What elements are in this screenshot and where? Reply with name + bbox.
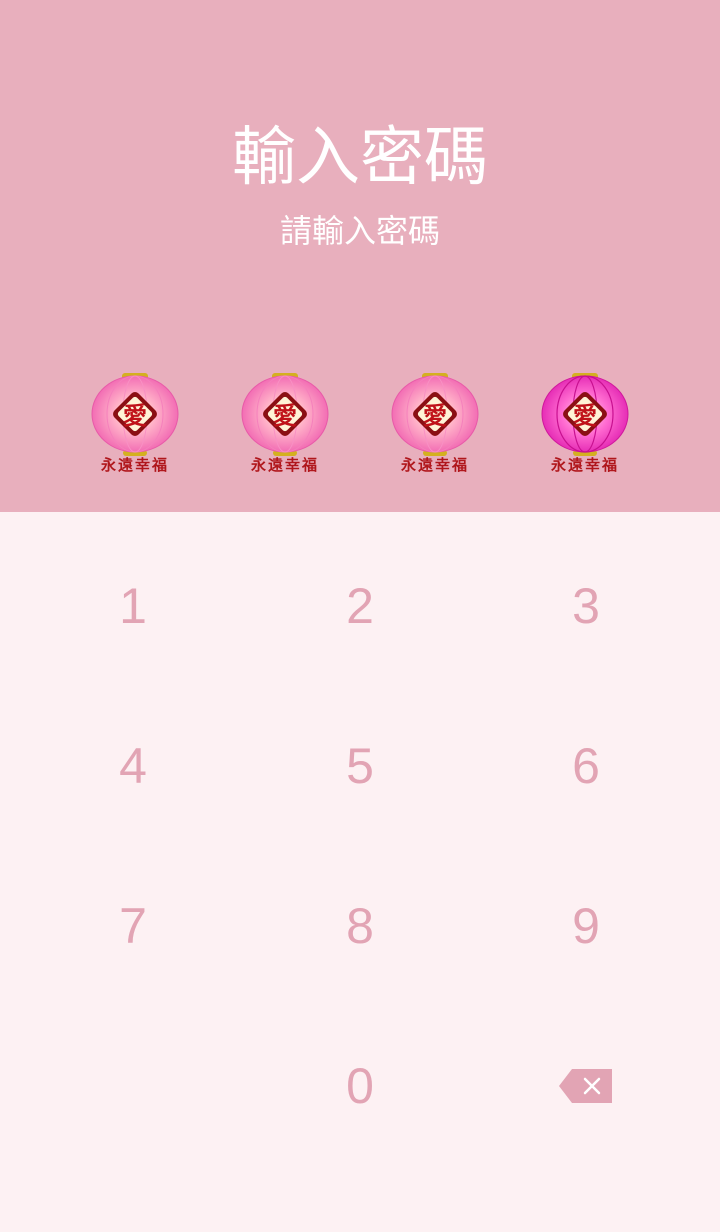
svg-text:愛: 愛 [273, 401, 297, 430]
lantern-icon: 愛 [541, 373, 629, 456]
page-subtitle: 請輸入密碼 [279, 212, 440, 250]
delete-button[interactable] [466, 1006, 706, 1166]
key-5[interactable]: 5 [240, 686, 480, 846]
pin-indicator-3: 愛 永遠幸福 [387, 370, 483, 480]
page-title: 輸入密碼 [232, 121, 488, 195]
lantern-icon: 愛 [91, 373, 179, 456]
lantern-icon: 愛 [391, 373, 479, 456]
svg-text:愛: 愛 [123, 401, 147, 430]
key-4[interactable]: 4 [13, 686, 253, 846]
pin-indicator-4: 愛 永遠幸福 [537, 370, 633, 480]
key-8[interactable]: 8 [240, 846, 480, 1006]
lantern-caption: 永遠幸福 [250, 456, 319, 474]
pin-indicator-1: 愛 永遠幸福 [87, 370, 183, 480]
lantern-caption: 永遠幸福 [100, 456, 169, 474]
svg-text:愛: 愛 [573, 401, 597, 430]
key-0[interactable]: 0 [240, 1006, 480, 1166]
key-9[interactable]: 9 [466, 846, 706, 1006]
key-1[interactable]: 1 [13, 526, 253, 686]
key-7[interactable]: 7 [13, 846, 253, 1006]
lantern-caption: 永遠幸福 [550, 456, 619, 474]
pin-indicator-2: 愛 永遠幸福 [237, 370, 333, 480]
lantern-icon: 愛 [241, 373, 329, 456]
numeric-keypad: 1 2 3 4 5 6 7 8 9 0 [0, 512, 720, 1232]
key-6[interactable]: 6 [466, 686, 706, 846]
lantern-caption: 永遠幸福 [400, 456, 469, 474]
key-2[interactable]: 2 [240, 526, 480, 686]
svg-text:愛: 愛 [423, 401, 447, 430]
key-3[interactable]: 3 [466, 526, 706, 686]
backspace-icon [559, 1069, 612, 1103]
passcode-header: 輸入密碼 請輸入密碼 愛 永遠幸福 愛 永遠幸福 愛 永遠幸福 愛 永遠幸福 [0, 0, 720, 512]
